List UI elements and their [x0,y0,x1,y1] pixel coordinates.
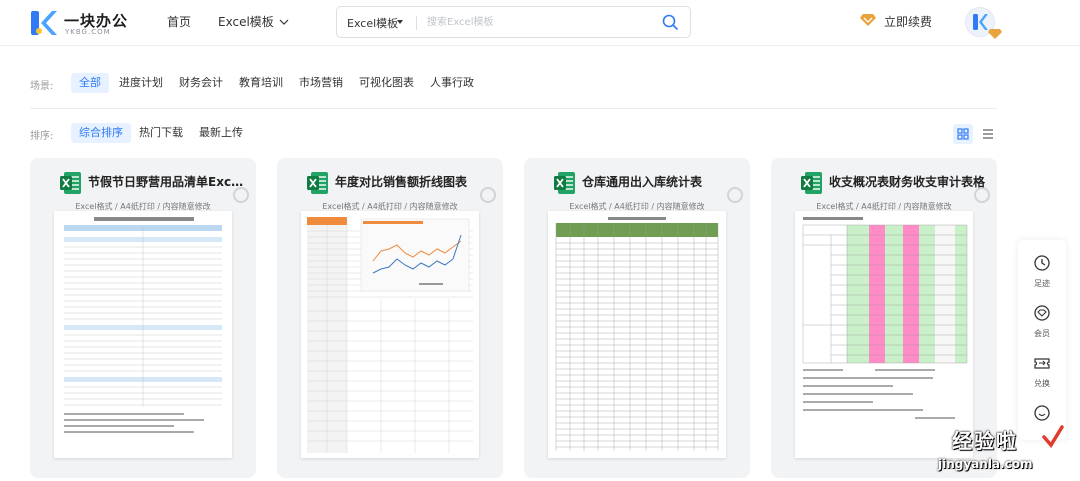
list-view-button[interactable] [978,124,998,144]
logo-mark-icon [31,11,57,35]
list-icon [983,129,993,139]
vip-badge-icon [988,29,1002,39]
leaf-icon [480,187,496,203]
nav-templates-menu[interactable]: Excel模板 [218,13,290,30]
template-preview [301,211,479,458]
template-card[interactable]: 仓库通用出入库统计表 Excel格式 / A4纸打印 / 内容随意修改 [524,158,750,478]
filter-divider [30,108,997,109]
watermark-cn: 经验啦 [952,429,1018,453]
card-header: 仓库通用出入库统计表 Excel格式 / A4纸打印 / 内容随意修改 [524,168,750,211]
logo-sub: YKBG.COM [65,28,111,36]
sort-chip-comprehensive[interactable]: 综合排序 [71,123,131,143]
caret-down-icon[interactable] [397,20,403,24]
ticket-icon [1034,358,1050,369]
scene-chip-all[interactable]: 全部 [71,73,109,93]
top-header: 一块办公 YKBG.COM 首页 Excel模板 Excel模板 立即续费 [0,0,1080,46]
smile-icon [1034,405,1050,421]
check-icon [1042,425,1064,448]
card-title: 年度对比销售额折线图表 [335,175,468,189]
footprint-label: 足迹 [1034,279,1050,288]
member-button[interactable]: 会员 [1018,296,1066,346]
template-card[interactable]: 年度对比销售额折线图表 Excel格式 / A4纸打印 / 内容随意修改 [277,158,503,478]
float-toolbar: 足迹 会员 兑换 [1018,240,1066,440]
excel-icon [801,172,822,194]
grid-view-button[interactable] [953,124,973,144]
template-card[interactable]: 节假节日野营用品清单Excel模板 Excel格式 / A4纸打印 / 内容随意… [30,158,256,478]
scene-chip-finance[interactable]: 财务会计 [171,73,231,93]
search-divider [416,16,417,30]
redeem-button[interactable]: 兑换 [1018,346,1066,396]
scene-label: 场景: [30,81,54,92]
sort-chip-latest[interactable]: 最新上传 [191,123,251,143]
grid-icon [957,128,969,140]
excel-icon [60,172,81,194]
scene-chip-charts[interactable]: 可视化图表 [351,73,422,93]
card-title: 收支概况表财务收支审计表格 [829,175,986,189]
site-logo[interactable]: 一块办公 YKBG.COM [30,7,130,39]
member-label: 会员 [1034,329,1050,338]
watermark: 经验啦 jingyanla.com [934,425,1074,477]
card-title: 节假节日野营用品清单Excel模板 [88,175,246,189]
scene-chip-hr[interactable]: 人事行政 [422,73,482,93]
nav-templates-label: Excel模板 [218,15,274,29]
scene-chip-education[interactable]: 教育培训 [231,73,291,93]
sort-chip-popular[interactable]: 热门下载 [131,123,191,143]
excel-icon [307,172,328,194]
card-title: 仓库通用出入库统计表 [582,175,703,189]
watermark-url: jingyanla.com [938,457,1033,471]
card-header: 年度对比销售额折线图表 Excel格式 / A4纸打印 / 内容随意修改 [277,168,503,211]
excel-icon [554,172,575,194]
scene-chip-schedule[interactable]: 进度计划 [111,73,171,93]
sort-label: 排序: [30,131,54,142]
search-input[interactable] [427,13,647,31]
leaf-icon [727,187,743,203]
clock-icon [1034,255,1050,271]
search-icon[interactable] [661,13,679,31]
card-header: 收支概况表财务收支审计表格 Excel格式 / A4纸打印 / 内容随意修改 [771,168,997,211]
template-preview [548,211,726,458]
diamond-icon [860,14,876,26]
template-preview [54,211,232,458]
leaf-icon [974,187,990,203]
diamond-icon [1034,305,1050,321]
footprint-button[interactable]: 足迹 [1018,246,1066,296]
template-preview [795,211,973,458]
card-header: 节假节日野营用品清单Excel模板 Excel格式 / A4纸打印 / 内容随意… [30,168,256,211]
search-type-select[interactable]: Excel模板 [347,15,398,31]
chevron-down-icon [279,19,289,25]
nav-home-link[interactable]: 首页 [167,13,191,30]
redeem-label: 兑换 [1034,379,1050,388]
renew-label: 立即续费 [884,15,933,29]
search-bar: Excel模板 [336,6,691,38]
leaf-icon [233,187,249,203]
scene-chip-marketing[interactable]: 市场营销 [291,73,351,93]
